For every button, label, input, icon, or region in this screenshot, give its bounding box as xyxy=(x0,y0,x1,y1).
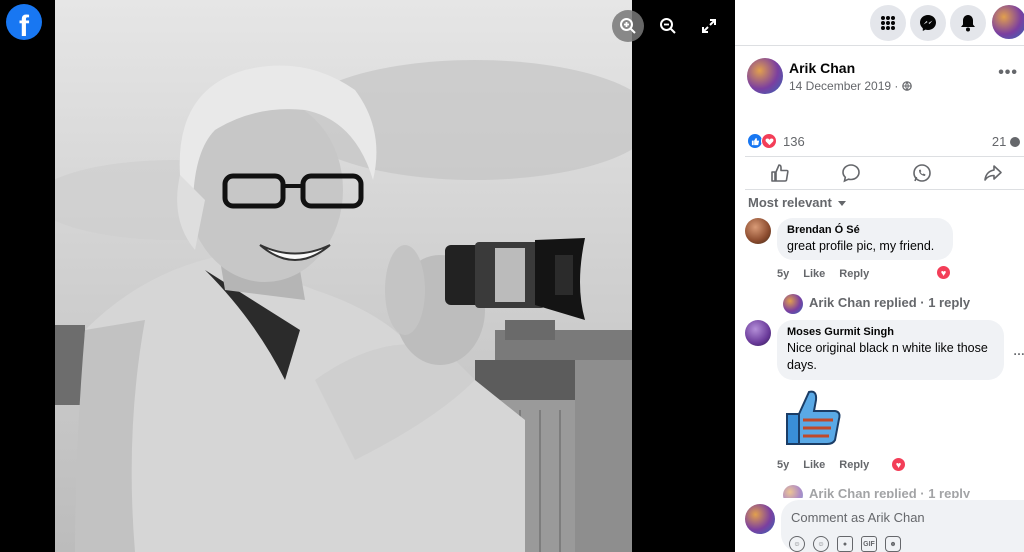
comment-count-text: 21 xyxy=(991,134,1007,149)
comment-age[interactable]: 5y xyxy=(777,459,789,471)
comment-meta: 5y Like Reply xyxy=(777,459,883,471)
share-icon xyxy=(984,165,1002,181)
composer-tools: ☺ ☺ ● GIF ☻ xyxy=(789,536,901,552)
comment-button[interactable] xyxy=(841,163,863,185)
zoom-out-icon xyxy=(660,18,676,34)
comment-input[interactable]: Comment as Arik Chan ☺ ☺ ● GIF ☻ xyxy=(781,500,1024,552)
comment-icon xyxy=(842,164,860,183)
replier-avatar xyxy=(783,294,803,314)
comment-composer: Comment as Arik Chan ☺ ☺ ● GIF ☻ xyxy=(735,498,1024,552)
fullscreen-button[interactable] xyxy=(693,10,725,42)
sort-label: Most relevant xyxy=(748,195,832,210)
photo-illustration xyxy=(55,0,632,552)
grid-menu-icon xyxy=(881,16,895,30)
emoji-icon[interactable]: ☺ xyxy=(813,536,829,552)
comment-age[interactable]: 5y xyxy=(777,268,789,280)
share-button[interactable] xyxy=(983,163,1005,185)
view-replies-link[interactable]: Arik Chan replied · 1 reply xyxy=(783,294,971,314)
commenter-name[interactable]: Moses Gurmit Singh xyxy=(787,326,992,338)
commenter-name[interactable]: Brendan Ó Sé xyxy=(787,224,941,236)
comment-like-link[interactable]: Like xyxy=(803,268,825,280)
comment-reply-link[interactable]: Reply xyxy=(839,459,869,471)
globe-icon xyxy=(901,81,912,91)
comment-placeholder: Comment as Arik Chan xyxy=(791,510,925,525)
comment-text: Nice original black n white like those d… xyxy=(787,341,988,372)
zoom-in-icon xyxy=(620,18,636,34)
love-reaction-icon[interactable]: ♥ xyxy=(936,265,951,280)
like-button[interactable] xyxy=(770,163,792,185)
zoom-out-button[interactable] xyxy=(652,10,684,42)
account-avatar[interactable] xyxy=(992,5,1024,39)
facebook-logo-icon[interactable]: f xyxy=(6,4,42,40)
whatsapp-share-button[interactable] xyxy=(912,163,934,185)
caret-down-icon xyxy=(837,201,846,207)
profile-photo xyxy=(55,0,632,552)
comment-count[interactable]: 21 xyxy=(992,134,1020,149)
comment-text: great profile pic, my friend. xyxy=(787,239,935,253)
date-separator: · xyxy=(891,79,902,93)
whatsapp-icon xyxy=(913,164,931,182)
comment-bubble: Moses Gurmit Singh Nice original black n… xyxy=(777,320,1004,380)
photo-viewer: f xyxy=(0,0,735,552)
sticker-icon[interactable]: ☻ xyxy=(885,536,901,552)
comment-sort-dropdown[interactable]: Most relevant xyxy=(748,195,846,210)
reaction-count: 136 xyxy=(783,134,805,149)
messenger-button[interactable] xyxy=(910,5,946,41)
post-details-panel: Arik Chan 14 December 2019 · ••• 136 21 … xyxy=(735,0,1024,552)
composer-avatar[interactable] xyxy=(745,504,775,534)
comment-options-icon[interactable]: … xyxy=(1013,344,1024,358)
notifications-button[interactable] xyxy=(950,5,986,41)
post-date[interactable]: 14 December 2019 · xyxy=(789,79,912,93)
commenter-avatar[interactable] xyxy=(745,320,771,346)
post-header: Arik Chan 14 December 2019 · ••• xyxy=(747,58,1024,98)
comment-bubble: Brendan Ó Sé great profile pic, my frien… xyxy=(777,218,953,260)
thumbs-up-icon xyxy=(771,164,789,182)
post-actions-bar xyxy=(745,156,1024,190)
top-navbar xyxy=(735,0,1024,46)
bell-icon xyxy=(961,15,975,32)
commenter-avatar[interactable] xyxy=(745,218,771,244)
view-replies-text: Arik Chan replied · 1 reply xyxy=(809,295,971,310)
reactions-summary[interactable]: 136 21 xyxy=(747,130,1024,152)
comment-meta: 5y Like Reply xyxy=(777,268,883,280)
gif-icon[interactable]: GIF xyxy=(861,536,877,552)
love-reaction-icon[interactable]: ♥ xyxy=(891,457,906,472)
avatar-sticker-icon[interactable]: ☺ xyxy=(789,536,805,552)
thumbs-up-sticker xyxy=(786,390,841,445)
camera-icon[interactable]: ● xyxy=(837,536,853,552)
author-avatar[interactable] xyxy=(747,58,783,94)
comment-like-link[interactable]: Like xyxy=(803,459,825,471)
expand-icon xyxy=(702,19,716,33)
love-reaction-icon xyxy=(761,133,777,149)
messenger-icon xyxy=(920,15,936,31)
more-options-icon[interactable]: ••• xyxy=(998,64,1018,82)
menu-button[interactable] xyxy=(870,5,906,41)
post-author[interactable]: Arik Chan xyxy=(789,60,855,76)
comment-bubble-icon xyxy=(1010,137,1020,147)
post-date-text: 14 December 2019 xyxy=(789,79,892,93)
zoom-in-button[interactable] xyxy=(612,10,644,42)
facebook-logo-letter: f xyxy=(19,10,29,40)
comment-reply-link[interactable]: Reply xyxy=(839,268,869,280)
